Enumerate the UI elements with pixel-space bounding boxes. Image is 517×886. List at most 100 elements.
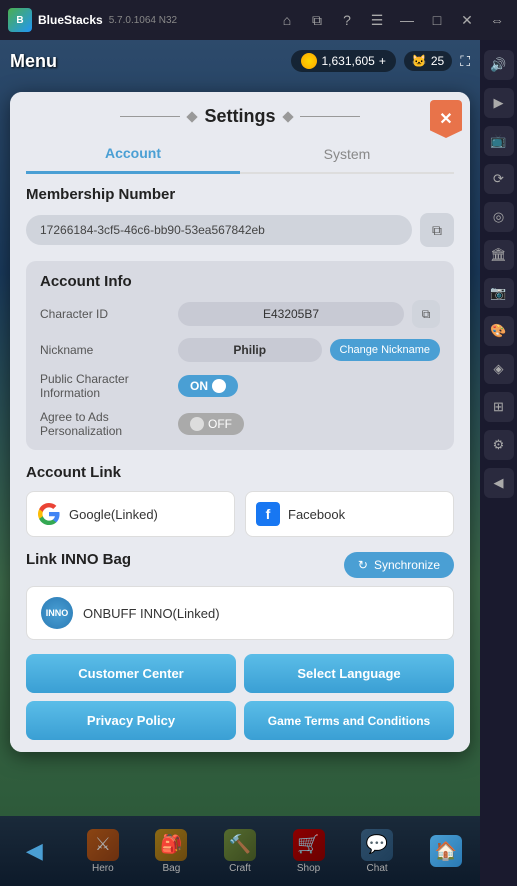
ads-toggle[interactable]: OFF	[178, 413, 244, 435]
title-line-left	[120, 116, 180, 117]
bluestacks-titlebar: B BlueStacks 5.7.0.1064 N32 ⌂ ⧉ ? ☰ — □ …	[0, 0, 517, 40]
camera-icon[interactable]: 📷	[484, 278, 514, 308]
play-icon[interactable]: ▶	[484, 88, 514, 118]
tab-system[interactable]: System	[240, 135, 454, 172]
currency-value: 1,631,605	[321, 54, 374, 68]
copy-membership-button[interactable]: ⧉	[420, 213, 454, 247]
facebook-link-button[interactable]: f Facebook	[245, 491, 454, 537]
back-icon[interactable]: ◀	[484, 468, 514, 498]
sync-icon: ↻	[358, 558, 368, 572]
rotate-icon[interactable]: ⟳	[484, 164, 514, 194]
layers-icon[interactable]: ⧉	[305, 8, 329, 32]
display-icon[interactable]: 📺	[484, 126, 514, 156]
sync-label: Synchronize	[374, 558, 440, 572]
public-info-label: Public Character Information	[40, 372, 170, 400]
currency-plus: +	[379, 54, 386, 68]
bag-label: Bag	[163, 863, 181, 874]
right-sidebar-bottom	[480, 816, 517, 886]
toggle-circle-off	[190, 417, 204, 431]
nickname-label: Nickname	[40, 343, 170, 357]
hero-label: Hero	[92, 863, 114, 874]
membership-row: ⧉	[26, 213, 454, 247]
gear-icon[interactable]: ⚙	[484, 430, 514, 460]
game-top-bar: Menu 1,631,605 + 🐱 25 ⛶	[0, 40, 480, 82]
close-window-icon[interactable]: ✕	[455, 8, 479, 32]
synchronize-button[interactable]: ↻ Synchronize	[344, 552, 454, 578]
membership-section-title: Membership Number	[26, 186, 454, 203]
inno-box: INNO ONBUFF INNO(Linked)	[26, 586, 454, 640]
title-line-right	[300, 116, 360, 117]
diamond-icon[interactable]: ◈	[484, 354, 514, 384]
toggle-circle	[212, 379, 226, 393]
pet-count: 25	[431, 54, 444, 68]
game-terms-button[interactable]: Game Terms and Conditions	[244, 701, 454, 740]
tab-account[interactable]: Account	[26, 135, 240, 174]
inno-linked-label: ONBUFF INNO(Linked)	[83, 606, 220, 621]
menu-icon[interactable]: ☰	[365, 8, 389, 32]
account-info-section: Account Info Character ID E43205B7 ⧉ Nic…	[26, 261, 454, 450]
account-link-title: Account Link	[26, 464, 454, 481]
inno-header: Link INNO Bag ↻ Synchronize	[26, 551, 454, 578]
bluestacks-title: BlueStacks	[38, 13, 103, 27]
coin-icon	[301, 53, 317, 69]
ads-row: Agree to Ads Personalization OFF	[40, 410, 440, 438]
close-button[interactable]: ✕	[430, 100, 462, 138]
nav-hero[interactable]: ⚔ Hero	[87, 829, 119, 874]
brush-icon[interactable]: 🎨	[484, 316, 514, 346]
pet-icon: 🐱	[412, 54, 427, 68]
public-info-row: Public Character Information ON	[40, 372, 440, 400]
privacy-policy-button[interactable]: Privacy Policy	[26, 701, 236, 740]
craft-nav-icon: 🔨	[224, 829, 256, 861]
modal-body: Membership Number ⧉ Account Info Charact…	[10, 174, 470, 752]
resize-icon[interactable]: ⇔	[485, 8, 509, 32]
nav-craft[interactable]: 🔨 Craft	[224, 829, 256, 874]
inno-bag-section: Link INNO Bag ↻ Synchronize INNO ONBUFF …	[26, 551, 454, 640]
google-link-button[interactable]: Google(Linked)	[26, 491, 235, 537]
nav-home[interactable]: 🏠	[430, 835, 462, 867]
nickname-value: Philip	[178, 338, 322, 362]
diamond-left	[187, 111, 198, 122]
nickname-row: Nickname Philip Change Nickname	[40, 338, 440, 362]
game-area: Menu 1,631,605 + 🐱 25 ⛶ Settings ✕ Accou…	[0, 40, 480, 816]
target-icon[interactable]: ◎	[484, 202, 514, 232]
public-info-toggle[interactable]: ON	[178, 375, 238, 397]
help-icon[interactable]: ?	[335, 8, 359, 32]
nav-chat[interactable]: 💬 Chat	[361, 829, 393, 874]
diamond-right	[282, 111, 293, 122]
nav-bag[interactable]: 🎒 Bag	[155, 829, 187, 874]
modal-header: Settings ✕ Account System	[10, 92, 470, 174]
copy-character-id-button[interactable]: ⧉	[412, 300, 440, 328]
maximize-icon[interactable]: □	[425, 8, 449, 32]
tabs-row: Account System	[26, 135, 454, 174]
toggle-off-label: OFF	[208, 417, 232, 431]
ads-label: Agree to Ads Personalization	[40, 410, 170, 438]
minimize-icon[interactable]: —	[395, 8, 419, 32]
character-id-value: E43205B7	[178, 302, 404, 326]
google-link-label: Google(Linked)	[69, 507, 158, 522]
settings-modal: Settings ✕ Account System Membership Num…	[10, 92, 470, 752]
expand-button[interactable]: ⛶	[460, 53, 470, 70]
arcade-icon[interactable]: 🏛	[484, 240, 514, 270]
bottom-buttons: Customer Center Select Language Privacy …	[26, 654, 454, 740]
facebook-link-label: Facebook	[288, 507, 345, 522]
currency-box: 1,631,605 +	[291, 50, 395, 72]
pet-box: 🐱 25	[404, 51, 452, 71]
volume-icon[interactable]: 🔊	[484, 50, 514, 80]
modal-title: Settings	[204, 106, 275, 127]
nav-back[interactable]: ◀	[18, 835, 50, 867]
grid-icon[interactable]: ⊞	[484, 392, 514, 422]
toggle-on-label: ON	[190, 379, 208, 393]
select-language-button[interactable]: Select Language	[244, 654, 454, 693]
menu-label: Menu	[10, 51, 57, 72]
facebook-icon: f	[256, 502, 280, 526]
shop-nav-icon: 🛒	[293, 829, 325, 861]
link-buttons-row: Google(Linked) f Facebook	[26, 491, 454, 537]
back-nav-icon: ◀	[18, 835, 50, 867]
inno-logo: INNO	[41, 597, 73, 629]
home-nav-icon: 🏠	[430, 835, 462, 867]
nav-shop[interactable]: 🛒 Shop	[293, 829, 325, 874]
change-nickname-button[interactable]: Change Nickname	[330, 339, 441, 361]
membership-input	[26, 215, 412, 245]
customer-center-button[interactable]: Customer Center	[26, 654, 236, 693]
home-icon[interactable]: ⌂	[275, 8, 299, 32]
